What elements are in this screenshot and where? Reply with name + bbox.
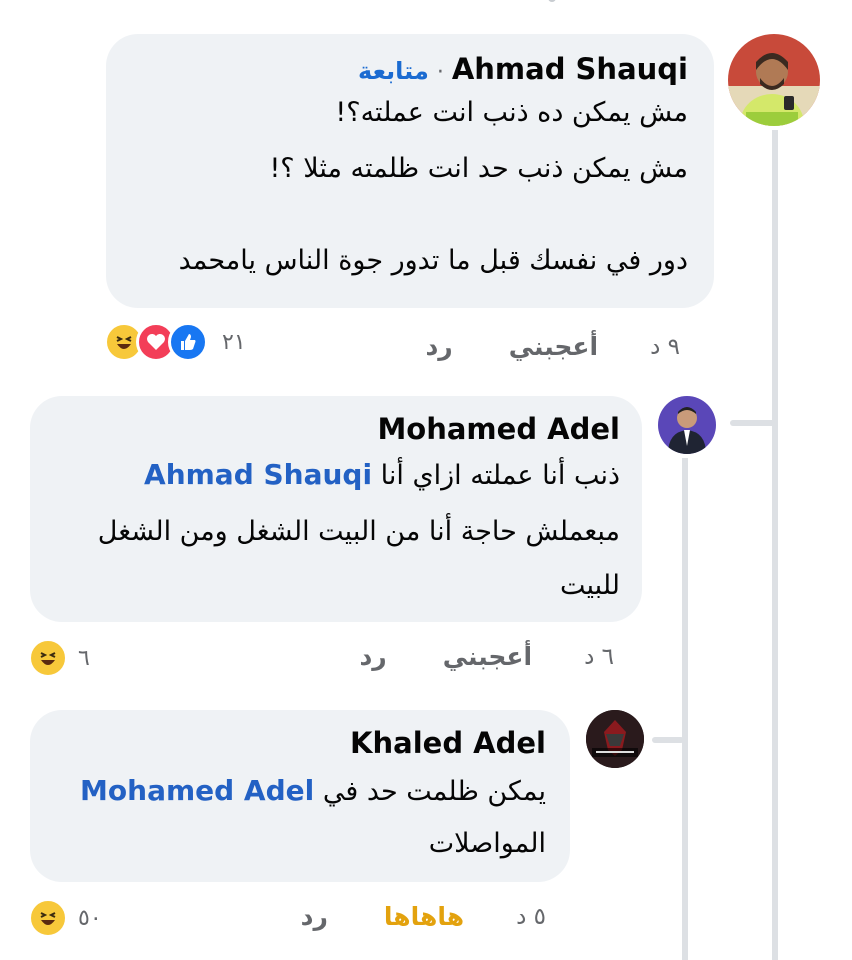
comment-text: ذنب أنا عملته ازاي أنا [380, 460, 620, 491]
thread-line-reply [682, 458, 688, 960]
comment-author[interactable]: Ahmad Shauqi [452, 52, 688, 86]
comment-text-line [130, 194, 688, 236]
comment-text-line: مش يمكن ده ذنب انت عملته؟! [335, 97, 688, 128]
comment-bubble-ahmad: Ahmad Shauqi · متابعة مش يمكن ده ذنب انت… [106, 34, 714, 308]
comment-author[interactable]: Mohamed Adel [52, 412, 620, 446]
thread-line-main [772, 130, 778, 960]
follow-link[interactable]: متابعة [358, 57, 429, 85]
avatar-mohamed[interactable] [658, 396, 716, 454]
reactions-summary-mohamed[interactable]: ٦ [28, 638, 90, 678]
scroll-remnant [548, 0, 556, 2]
comment-author[interactable]: Khaled Adel [52, 726, 546, 760]
reaction-count: ٢١ [222, 329, 246, 355]
comment-time: ٥ د [516, 903, 546, 930]
mention-link[interactable]: Ahmad Shauqi [144, 458, 372, 491]
avatar-ahmad[interactable] [728, 34, 820, 126]
reactions-summary-khaled[interactable]: ٥٠ [28, 898, 102, 938]
comment-text-line: ذنب أنا عملته ازاي أنا Ahmad Shauqi [52, 450, 620, 501]
comment-time: ٩ د [650, 333, 680, 360]
thread-connector-2 [652, 737, 684, 743]
thread-connector-1 [730, 420, 776, 426]
reaction-count: ٦ [78, 645, 90, 671]
mention-link[interactable]: Mohamed Adel [80, 774, 314, 807]
haha-icon [28, 898, 68, 938]
like-button[interactable]: أعجبني [509, 332, 598, 361]
comment-text-line: مش يمكن ذنب حد انت ظلمته مثلا ؟! [269, 153, 688, 184]
comment-text: يمكن ظلمت حد في [322, 776, 546, 807]
reaction-count: ٥٠ [78, 905, 102, 931]
comment-actions-mohamed: ٦ د أعجبني رد [359, 642, 614, 671]
comment-actions-khaled: ٥ د هاهاها رد [301, 902, 546, 931]
reply-button[interactable]: رد [425, 332, 452, 361]
comment-text-line: مبعملش حاجة أنا من البيت الشغل ومن الشغل [97, 516, 620, 547]
haha-reaction-button[interactable]: هاهاها [384, 902, 464, 931]
haha-icon [28, 638, 68, 678]
comment-text-line: يمكن ظلمت حد في Mohamed Adel [52, 766, 546, 817]
comment-text-line: للبيت [560, 570, 620, 601]
reactions-summary-ahmad[interactable]: ٢١ [104, 322, 246, 362]
comment-actions-ahmad: ٩ د أعجبني رد [425, 332, 680, 361]
comment-text-line: دور في نفسك قبل ما تدور جوة الناس يامحمد [178, 245, 688, 276]
avatar-khaled[interactable] [586, 710, 644, 768]
reply-button[interactable]: رد [301, 902, 328, 931]
comment-bubble-khaled: Khaled Adel يمكن ظلمت حد في Mohamed Adel… [30, 710, 570, 882]
comment-text-line: المواصلات [428, 828, 546, 859]
reply-button[interactable]: رد [359, 642, 386, 671]
like-button[interactable]: أعجبني [443, 642, 532, 671]
comment-time: ٦ د [584, 643, 614, 670]
separator: · [436, 60, 444, 85]
comment-bubble-mohamed: Mohamed Adel ذنب أنا عملته ازاي أنا Ahma… [30, 396, 642, 622]
like-icon [168, 322, 208, 362]
